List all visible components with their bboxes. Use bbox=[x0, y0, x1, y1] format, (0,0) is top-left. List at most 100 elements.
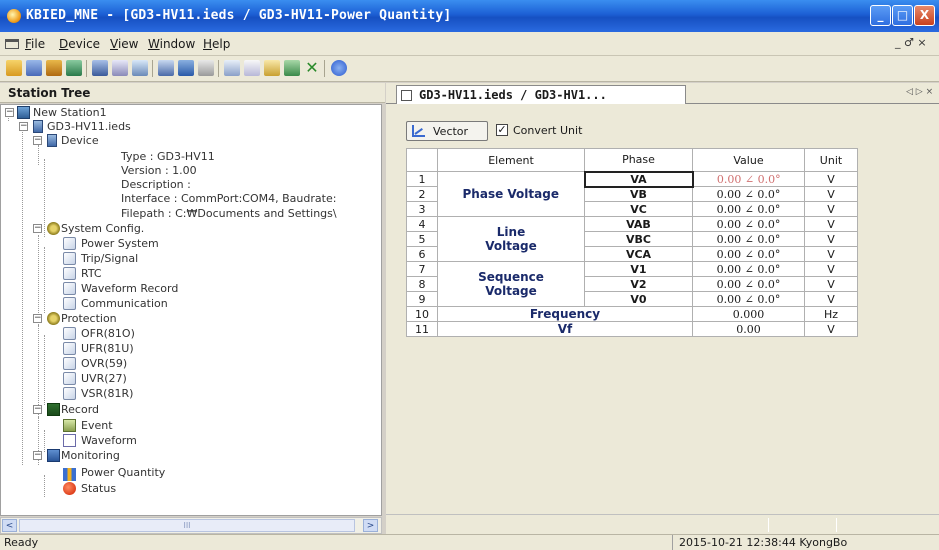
tree-node-vsr[interactable]: VSR(81R) bbox=[63, 387, 313, 401]
vector-button[interactable]: Vector bbox=[406, 121, 488, 141]
value-cell: 0.00 ∠ 0.0° bbox=[692, 276, 805, 292]
network-icon[interactable] bbox=[66, 60, 82, 76]
collapse-icon[interactable]: − bbox=[33, 136, 42, 145]
tree-label-station: New Station1 bbox=[33, 106, 107, 119]
tree-node-protection[interactable]: − Protection bbox=[31, 312, 231, 326]
mdi-child-controls[interactable]: _ ♂ × bbox=[895, 36, 927, 49]
open-icon[interactable] bbox=[6, 60, 22, 76]
export-icon[interactable] bbox=[284, 60, 300, 76]
value-cell: 0.00 ∠ 0.0° bbox=[692, 231, 805, 247]
phase-cell[interactable]: VB bbox=[584, 186, 693, 202]
scroll-thumb[interactable]: III bbox=[19, 519, 355, 532]
monitor-icon[interactable] bbox=[178, 60, 194, 76]
convert-unit-checkbox[interactable]: ✓ bbox=[496, 124, 508, 136]
collapse-icon[interactable]: − bbox=[5, 108, 14, 117]
tree-node-version[interactable]: Version : 1.00 bbox=[77, 164, 377, 178]
tree-node-uvr[interactable]: UVR(27) bbox=[63, 372, 313, 386]
collapse-icon[interactable]: − bbox=[33, 405, 42, 414]
element-line-voltage: Line Voltage bbox=[437, 216, 585, 262]
minimize-button[interactable]: _ bbox=[870, 5, 891, 26]
tree-node-waveform-record[interactable]: Waveform Record bbox=[63, 282, 313, 296]
tree-node-ieds[interactable]: − GD3-HV11.ieds bbox=[17, 120, 217, 134]
settings-icon[interactable] bbox=[158, 60, 174, 76]
maximize-button[interactable]: □ bbox=[892, 5, 913, 26]
tree-node-power-quantity[interactable]: Power Quantity bbox=[63, 466, 313, 481]
row-number: 5 bbox=[406, 231, 438, 247]
tree-node-device[interactable]: − Device bbox=[31, 134, 231, 148]
scroll-right-button[interactable]: > bbox=[363, 519, 378, 532]
connect-icon[interactable] bbox=[46, 60, 62, 76]
tree-label-system-config: System Config. bbox=[61, 222, 145, 235]
tree-node-ovr[interactable]: OVR(59) bbox=[63, 357, 313, 371]
tree-node-ofr[interactable]: OFR(81O) bbox=[63, 327, 313, 341]
tree-horizontal-scrollbar[interactable]: < III > bbox=[0, 517, 382, 534]
tree-node-waveform[interactable]: Waveform bbox=[63, 434, 313, 448]
menu-window[interactable]: Window bbox=[148, 37, 195, 51]
table-row[interactable]: 11 Vf 0.00 V bbox=[406, 321, 858, 337]
unit-cell: V bbox=[804, 201, 858, 217]
collapse-icon[interactable]: − bbox=[19, 122, 28, 131]
tree-node-filepath[interactable]: Filepath : C:₩Documents and Settings\ bbox=[77, 207, 381, 221]
phase-cell[interactable]: V0 bbox=[584, 291, 693, 307]
phase-cell[interactable]: VC bbox=[584, 201, 693, 217]
tree-node-trip-signal[interactable]: Trip/Signal bbox=[63, 252, 313, 266]
collapse-icon[interactable]: − bbox=[33, 314, 42, 323]
tree-node-rtc[interactable]: RTC bbox=[63, 267, 313, 281]
phase-cell[interactable]: VCA bbox=[584, 246, 693, 262]
header-row-number bbox=[406, 148, 438, 172]
table-row[interactable]: 7 Sequence Voltage V1 0.00 ∠ 0.0° V bbox=[406, 261, 858, 307]
tree-node-system-config[interactable]: − System Config. bbox=[31, 222, 231, 236]
mdi-menu-icon[interactable] bbox=[5, 39, 19, 49]
setting-page-icon bbox=[63, 252, 76, 265]
tree-node-power-system[interactable]: Power System bbox=[63, 237, 313, 251]
menu-file[interactable]: File bbox=[25, 37, 45, 51]
collapse-icon[interactable]: − bbox=[33, 451, 42, 460]
tab-navigation-controls[interactable]: ◁ ▷ × bbox=[906, 87, 933, 97]
station-tree[interactable]: − New Station1 − GD3-HV11.ieds − Device … bbox=[0, 104, 382, 516]
phase-cell[interactable]: VBC bbox=[584, 231, 693, 247]
document-bottom-bar bbox=[386, 514, 939, 534]
bottom-bar-divider bbox=[768, 518, 769, 532]
tree-label-status: Status bbox=[81, 482, 117, 495]
menu-device[interactable]: Device bbox=[59, 37, 100, 51]
save-icon[interactable] bbox=[26, 60, 42, 76]
menu-help[interactable]: Help bbox=[203, 37, 230, 51]
window-icon[interactable] bbox=[224, 60, 240, 76]
menu-view[interactable]: View bbox=[110, 37, 138, 51]
row-number: 3 bbox=[406, 201, 438, 217]
tree-node-type[interactable]: Type : GD3-HV11 bbox=[77, 150, 377, 164]
tree-node-event[interactable]: Event bbox=[63, 419, 313, 433]
tree-node-record[interactable]: − Record bbox=[31, 403, 231, 417]
setting-page-icon bbox=[63, 267, 76, 280]
tree-node-ufr[interactable]: UFR(81U) bbox=[63, 342, 313, 356]
phase-cell[interactable]: V1 bbox=[584, 261, 693, 277]
table-row[interactable]: 1 Phase Voltage VA 0.00 ∠ 0.0° V bbox=[406, 170, 858, 217]
table-row[interactable]: 4 Line Voltage VAB 0.00 ∠ 0.0° V bbox=[406, 216, 858, 262]
curve-icon[interactable] bbox=[244, 60, 260, 76]
download-icon[interactable] bbox=[112, 60, 128, 76]
phase-cell[interactable]: VAB bbox=[584, 216, 693, 232]
help-icon[interactable] bbox=[331, 60, 347, 76]
tree-node-status[interactable]: Status bbox=[63, 482, 313, 496]
curve2-icon[interactable] bbox=[264, 60, 280, 76]
tree-icon[interactable] bbox=[92, 60, 108, 76]
toolbar-separator bbox=[152, 60, 153, 77]
tree-node-monitoring[interactable]: − Monitoring bbox=[31, 449, 231, 463]
upload-icon[interactable] bbox=[132, 60, 148, 76]
status-icon bbox=[63, 482, 76, 495]
scroll-left-button[interactable]: < bbox=[2, 519, 17, 532]
phase-cell[interactable]: V2 bbox=[584, 276, 693, 292]
gear-icon bbox=[47, 222, 60, 235]
table-row[interactable]: 10 Frequency 0.000 Hz bbox=[406, 306, 858, 322]
tree-node-interface[interactable]: Interface : CommPort:COM4, Baudrate: bbox=[77, 192, 381, 206]
tree-node-description[interactable]: Description : bbox=[77, 178, 377, 192]
list-icon[interactable] bbox=[198, 60, 214, 76]
station-tree-title: Station Tree bbox=[8, 86, 91, 100]
close-button[interactable]: X bbox=[914, 5, 935, 26]
tab-power-quantity[interactable]: GD3-HV11.ieds / GD3-HV1... bbox=[396, 85, 686, 105]
tree-node-communication[interactable]: Communication bbox=[63, 297, 313, 311]
tree-node-station[interactable]: − New Station1 bbox=[3, 106, 203, 120]
close-x-icon[interactable]: ✕ bbox=[304, 60, 320, 76]
collapse-icon[interactable]: − bbox=[33, 224, 42, 233]
phase-cell[interactable]: VA bbox=[583, 170, 694, 188]
